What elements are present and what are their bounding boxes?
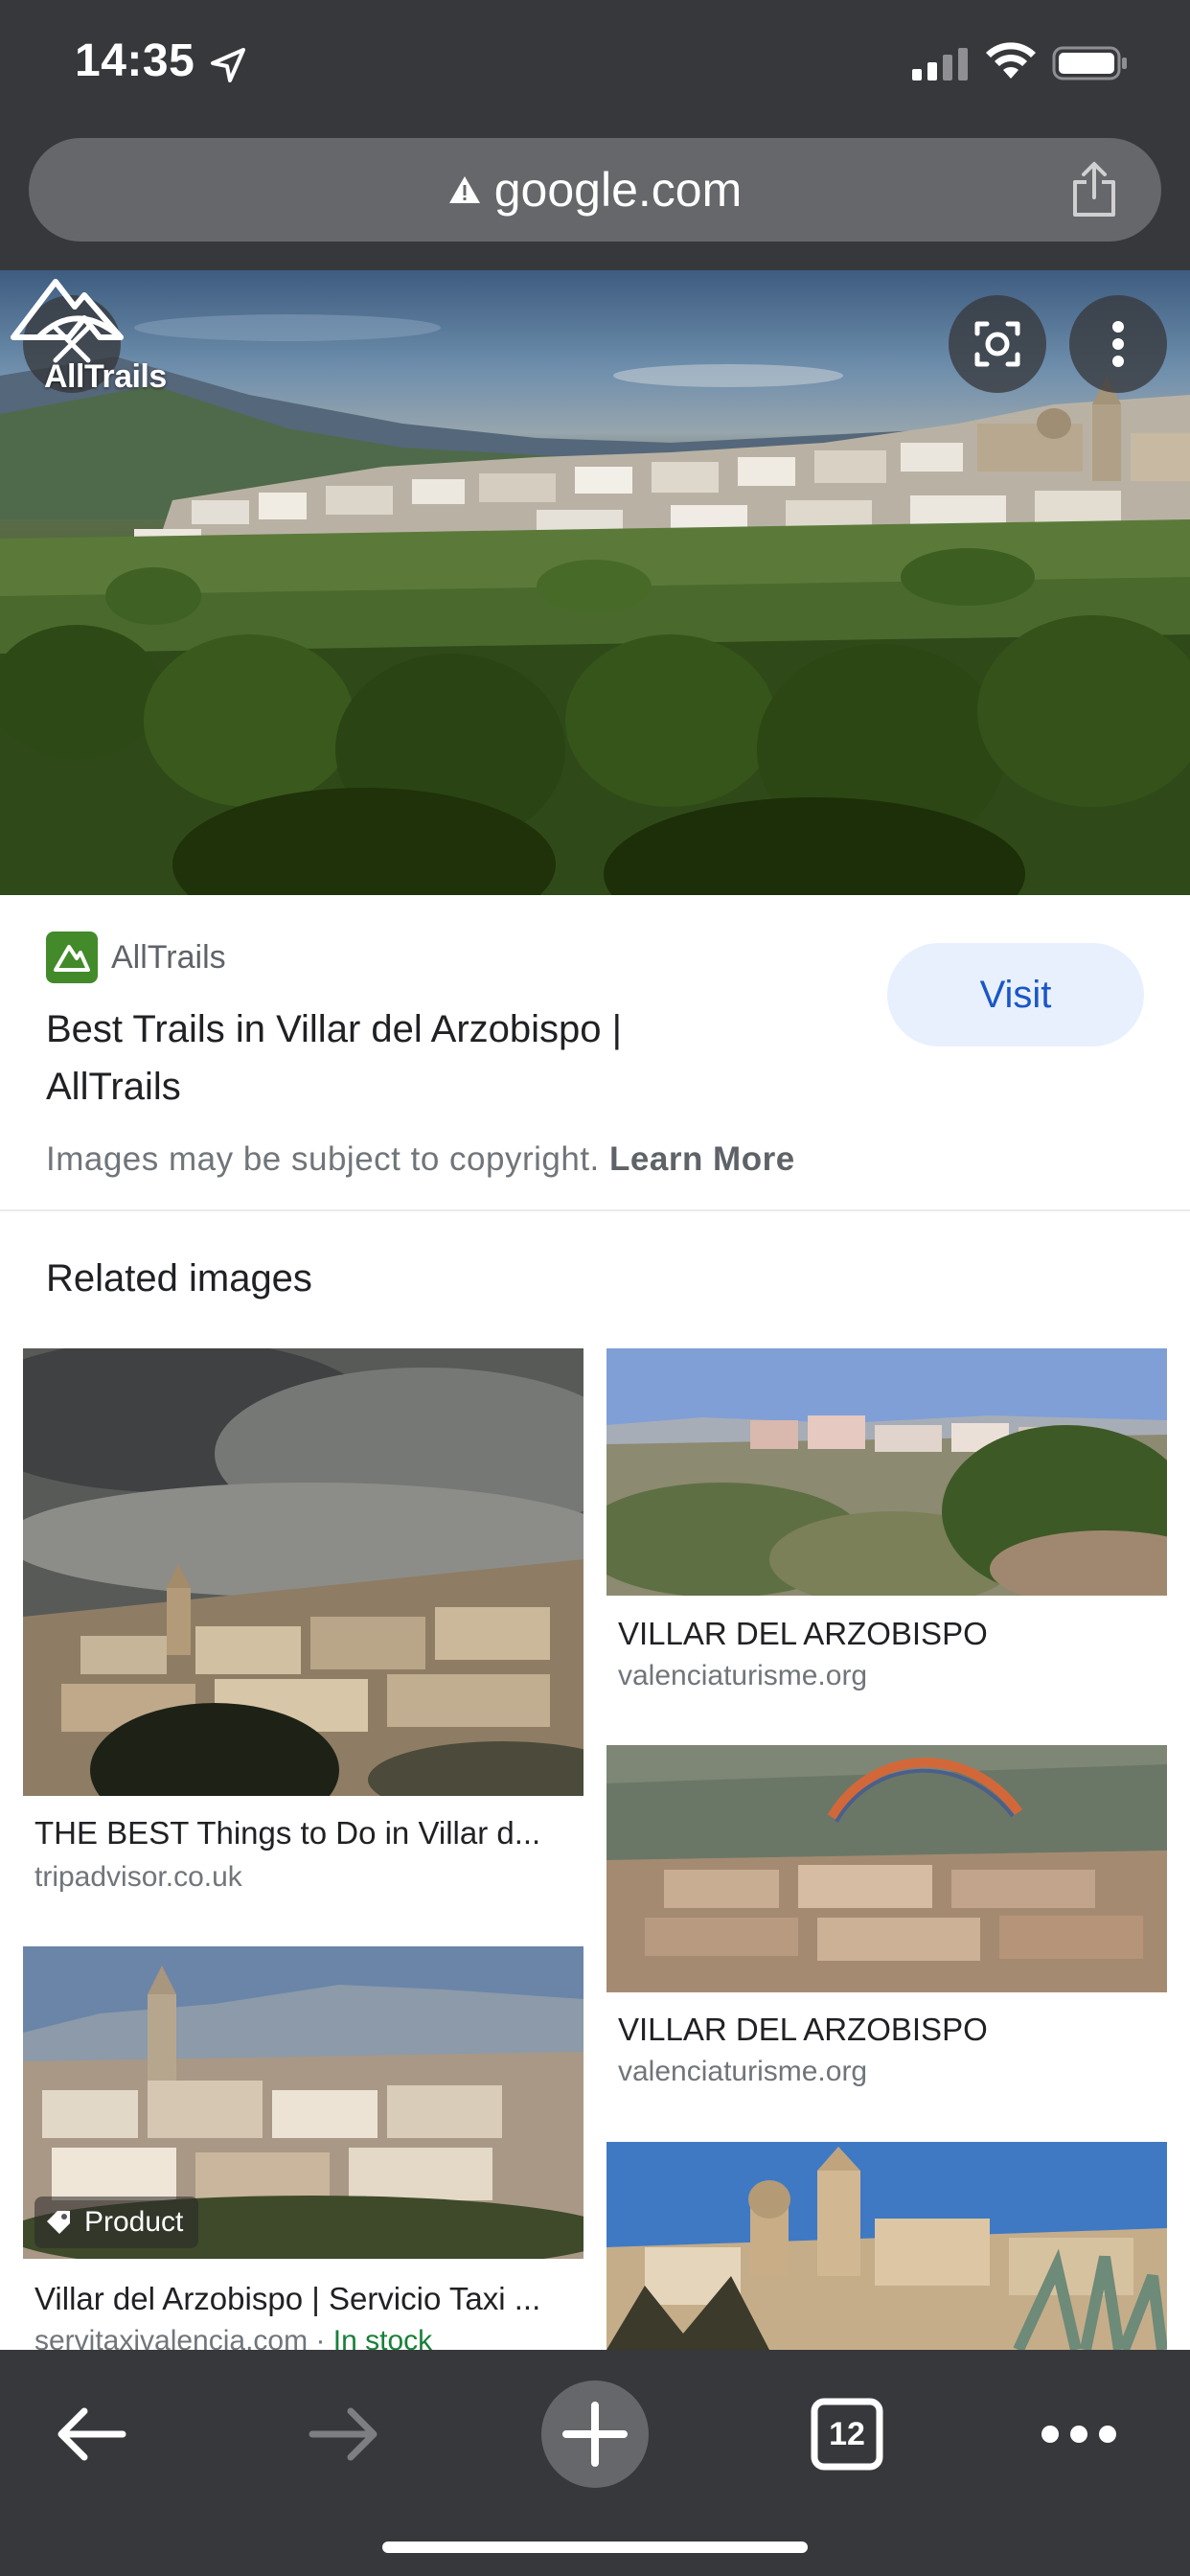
back-arrow-icon: [57, 2407, 126, 2461]
more-options-button[interactable]: [1069, 295, 1167, 393]
copyright-notice: Images may be subject to copyright. Lear…: [46, 1140, 795, 1179]
tab-count: 12: [829, 2415, 865, 2452]
alltrails-favicon-icon: [46, 932, 98, 983]
back-button[interactable]: [34, 2377, 149, 2492]
tab-switcher-button[interactable]: 12: [790, 2377, 904, 2492]
forward-button[interactable]: [286, 2377, 400, 2492]
address-bar-content: google.com: [29, 138, 1161, 242]
lens-search-button[interactable]: [949, 295, 1046, 393]
battery-icon: [1052, 46, 1127, 80]
learn-more-link[interactable]: Learn More: [609, 1140, 795, 1178]
new-tab-button[interactable]: [538, 2377, 652, 2492]
image-source-panel: AllTrails Best Trails in Villar del Arzo…: [0, 895, 1190, 1211]
related-image-1[interactable]: [23, 1348, 584, 1796]
related-image-3-source: valenciaturisme.org: [618, 2056, 868, 2087]
related-image-2-source: valenciaturisme.org: [618, 1660, 868, 1691]
related-image-5[interactable]: [606, 2142, 1167, 2350]
visit-button[interactable]: Visit: [887, 943, 1144, 1046]
related-image-3-illustration: [606, 1745, 1167, 1992]
copyright-text: Images may be subject to copyright.: [46, 1140, 600, 1178]
related-image-1-illustration: [23, 1348, 584, 1796]
more-horiz-icon: [1041, 2426, 1116, 2443]
home-indicator[interactable]: [382, 2542, 808, 2553]
more-vert-icon: [1112, 321, 1124, 367]
forward-arrow-icon: [309, 2407, 378, 2461]
related-image-4-title[interactable]: Villar del Arzobispo | Servicio Taxi ...: [34, 2281, 540, 2317]
tag-icon: [47, 2211, 70, 2234]
address-bar[interactable]: google.com: [29, 138, 1161, 242]
hero-image[interactable]: AllTrails: [0, 270, 1190, 895]
warning-triangle-icon: [448, 176, 480, 203]
status-time: 14:35: [75, 35, 195, 86]
url-text: google.com: [493, 163, 743, 217]
source-site-name[interactable]: AllTrails: [111, 939, 226, 977]
product-badge: Product: [34, 2196, 199, 2248]
related-image-3[interactable]: [606, 1745, 1167, 1992]
related-image-5-illustration: [606, 2142, 1167, 2350]
related-images-heading: Related images: [46, 1257, 312, 1300]
location-arrow-icon: [211, 48, 245, 82]
source-page-title[interactable]: Best Trails in Villar del Arzobispo | Al…: [46, 1000, 736, 1116]
related-image-2-illustration: [606, 1348, 1167, 1596]
related-image-1-title[interactable]: THE BEST Things to Do in Villar d...: [34, 1815, 540, 1852]
wifi-icon: [986, 42, 1036, 79]
new-tab-plus-icon: [541, 2380, 649, 2488]
product-badge-label: Product: [84, 2206, 184, 2238]
share-icon[interactable]: [1069, 161, 1119, 218]
more-menu-button[interactable]: [1021, 2377, 1136, 2492]
lens-icon: [974, 321, 1020, 367]
alltrails-logo-text: AllTrails: [44, 358, 167, 395]
cellular-signal-icon: [912, 48, 968, 80]
browser-top-chrome: 14:35 google.com: [0, 0, 1190, 270]
related-image-3-title[interactable]: VILLAR DEL ARZOBISPO: [618, 2012, 988, 2048]
related-image-2-title[interactable]: VILLAR DEL ARZOBISPO: [618, 1616, 988, 1652]
status-bar: 14:35: [0, 0, 1190, 130]
related-image-1-source: tripadvisor.co.uk: [34, 1861, 242, 1893]
related-image-2[interactable]: [606, 1348, 1167, 1596]
